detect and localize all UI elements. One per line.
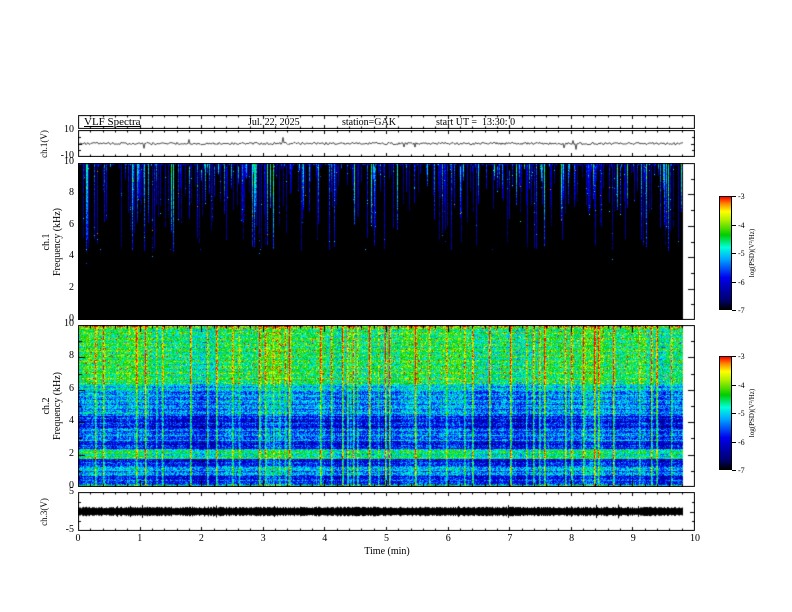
colorbar-tick-label: -3 <box>738 352 745 361</box>
x-tick-label: 7 <box>507 533 513 544</box>
colorbar-tick-mark <box>732 310 736 311</box>
x-tick-label: 1 <box>137 533 143 544</box>
colorbar-2-label: log(PSD)(V²/Hz) <box>748 388 756 438</box>
x-tick-label: 10 <box>690 533 700 544</box>
colorbar-tick-label: -7 <box>738 306 745 315</box>
ch2-spectrogram-panel <box>78 325 695 487</box>
colorbar-tick-label: -5 <box>738 409 745 418</box>
header-box <box>78 115 695 129</box>
x-tick-label: 9 <box>630 533 636 544</box>
ch1-voltage-panel <box>78 130 695 157</box>
spec1-y-axis-label: ch.1 Frequency (kHz) <box>41 207 63 275</box>
spec1-channel-label: ch.1 <box>41 233 52 250</box>
y-tick-label: 4 <box>69 250 74 262</box>
vlf-spectra-plot: VLF Spectra Jul. 22, 2025 station=GAK st… <box>0 0 792 612</box>
x-tick-label: 0 <box>75 533 81 544</box>
colorbar-tick-label: -7 <box>738 466 745 475</box>
y-tick-label: 2 <box>69 281 74 293</box>
y-tick-label: 8 <box>69 187 74 199</box>
colorbar-tick-mark <box>732 356 736 357</box>
x-tick-label: 4 <box>322 533 328 544</box>
colorbar-tick-label: -6 <box>738 437 745 447</box>
colorbar-tick-label: -5 <box>738 249 745 258</box>
ch1v-ymax-label: 10 <box>64 124 74 135</box>
y-tick-label: 0 <box>69 480 74 491</box>
y-tick-label: 10 <box>64 156 74 167</box>
x-tick-label: 2 <box>198 533 204 544</box>
colorbar-tick-label: -6 <box>738 277 745 287</box>
spec2-y-axis-label-wrap: ch.2 Frequency (kHz) <box>40 325 64 487</box>
ch3-voltage-axis-label: ch.3(V) <box>39 497 49 526</box>
colorbar-2 <box>719 356 732 470</box>
x-tick-label: 6 <box>445 533 451 544</box>
x-tick-label: 5 <box>384 533 389 544</box>
colorbar-tick-mark <box>732 441 736 443</box>
colorbar-tick-mark <box>732 413 736 414</box>
y-tick-label: 6 <box>69 218 74 230</box>
x-axis-title: Time (min) <box>364 546 410 557</box>
colorbar-tick-label: -3 <box>738 192 745 201</box>
y-tick-label: 6 <box>69 382 74 394</box>
colorbar-1-label: log(PSD)(V²/Hz) <box>748 228 756 278</box>
x-tick-label: 8 <box>569 533 575 544</box>
colorbar-tick-mark <box>732 224 736 226</box>
colorbar-tick-mark <box>732 253 736 254</box>
colorbar-1-label-wrap: log(PSD)(V²/Hz) <box>744 196 760 310</box>
colorbar-tick-mark <box>732 281 736 283</box>
colorbar-tick-label: -4 <box>738 220 745 230</box>
y-tick-label: 8 <box>69 350 74 362</box>
colorbar-tick-mark <box>732 470 736 471</box>
y-tick-label: 2 <box>69 447 74 459</box>
x-tick-label: 3 <box>260 533 266 544</box>
ch1-spectrogram-panel <box>78 163 695 320</box>
y-tick-label: 10 <box>64 318 74 329</box>
ch3-voltage-panel <box>78 492 695 531</box>
colorbar-tick-mark <box>732 384 736 386</box>
colorbar-tick-mark <box>732 196 736 197</box>
spec1-frequency-label: Frequency (kHz) <box>52 207 63 276</box>
y-tick-label: 4 <box>69 415 74 427</box>
colorbar-2-label-wrap: log(PSD)(V²/Hz) <box>744 356 760 470</box>
colorbar-1 <box>719 196 732 310</box>
colorbar-tick-label: -4 <box>738 380 745 390</box>
